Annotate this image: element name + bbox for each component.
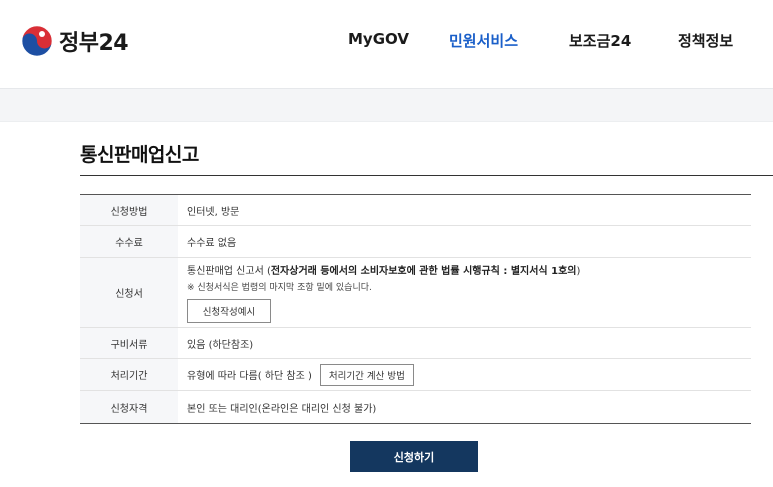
table-row: 신청자격 본인 또는 대리인(온라인은 대리인 신청 불가) [80,391,751,423]
table-row: 신청서 통신판매업 신고서 (전자상거래 등에서의 소비자보호에 관한 법률 시… [80,258,751,328]
row-label-qualification: 신청자격 [80,391,178,423]
row-label-form: 신청서 [80,258,178,327]
application-example-button[interactable]: 신청작성예시 [187,299,271,323]
nav-mygov[interactable]: MyGOV [348,30,409,48]
form-law-reference: 전자상거래 등에서의 소비자보호에 관한 법률 시행규칙 : 별지서식 1호의 [270,266,577,277]
period-text: 유형에 따라 다름( 하단 참조 ) [187,371,312,382]
form-note: ※ 신청서식은 법령의 마지막 조항 밑에 있습니다. [187,283,372,293]
nav-policy-info[interactable]: 정책정보 [678,30,733,51]
row-label-docs: 구비서류 [80,328,178,358]
sub-header-band [0,88,773,122]
row-label-method: 신청방법 [80,195,178,225]
period-calc-button[interactable]: 처리기간 계산 방법 [319,363,414,386]
form-description: 통신판매업 신고서 (전자상거래 등에서의 소비자보호에 관한 법률 시행규칙 … [187,262,580,277]
row-value-fee: 수수료 없음 [187,238,237,249]
title-divider [80,175,773,176]
table-row: 수수료 수수료 없음 [80,226,751,258]
form-suffix: ) [576,266,581,277]
row-value-qualification: 본인 또는 대리인(온라인은 대리인 신청 불가) [187,403,377,415]
table-row: 신청방법 인터넷, 방문 [80,195,751,226]
form-prefix: 통신판매업 신고서 ( [187,266,271,277]
row-value-period: 유형에 따라 다름( 하단 참조 ) 처리기간 계산 방법 [178,359,751,390]
service-info-table: 신청방법 인터넷, 방문 수수료 수수료 없음 신청서 통신판매업 신고서 (전… [80,194,751,424]
site-header: 정부24 MyGOV 민원서비스 보조금24 정책정보 [0,0,773,88]
apply-button[interactable]: 신청하기 [350,441,478,472]
main-nav: MyGOV 민원서비스 보조금24 정책정보 [0,30,773,54]
nav-civil-service[interactable]: 민원서비스 [449,30,518,51]
table-row: 처리기간 유형에 따라 다름( 하단 참조 ) 처리기간 계산 방법 [80,359,751,391]
row-value-docs: 있음 (하단참조) [187,339,254,351]
row-label-period: 처리기간 [80,359,178,390]
row-value-form: 통신판매업 신고서 (전자상거래 등에서의 소비자보호에 관한 법률 시행규칙 … [178,258,751,327]
table-row: 구비서류 있음 (하단참조) [80,328,751,359]
nav-subsidy24[interactable]: 보조금24 [569,30,631,51]
row-label-fee: 수수료 [80,226,178,257]
row-value-method: 인터넷, 방문 [187,206,240,218]
page-title: 통신판매업신고 [80,144,199,166]
